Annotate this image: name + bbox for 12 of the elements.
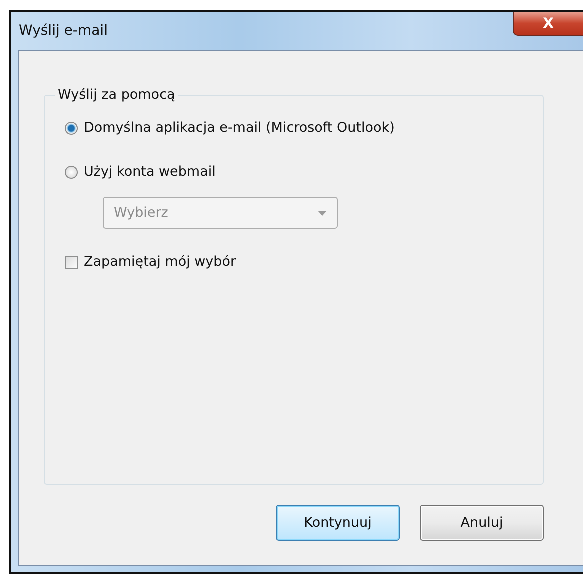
radio-button[interactable]	[65, 122, 78, 134]
caret-icon	[318, 210, 327, 216]
radio-label[interactable]: Użyj konta webmail	[84, 164, 216, 180]
window-title: Wyślij e-mail	[19, 23, 108, 39]
dialog-button[interactable]: Kontynuuj	[276, 505, 400, 541]
radio-label[interactable]: Domyślna aplikacja e-mail (Microsoft Outlook)	[84, 120, 395, 136]
dialog-button[interactable]: Anuluj	[420, 505, 544, 541]
checkbox[interactable]	[65, 256, 78, 268]
radio-button[interactable]	[65, 166, 78, 178]
close-button[interactable]: X	[513, 12, 583, 36]
checkbox-label[interactable]: Zapamiętaj mój wybór	[84, 254, 236, 270]
group-title: Wyślij za pomocą	[57, 87, 176, 103]
